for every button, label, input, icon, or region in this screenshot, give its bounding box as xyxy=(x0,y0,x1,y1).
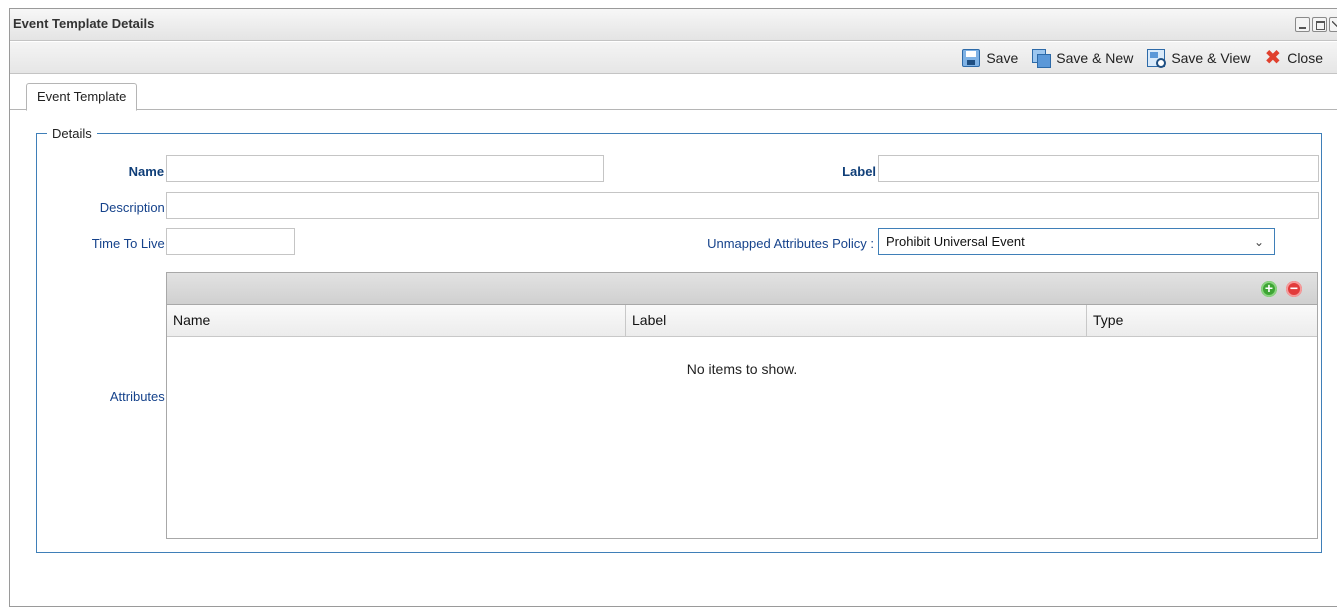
description-label: Description : xyxy=(99,200,172,215)
unmapped-attributes-policy-select[interactable]: Prohibit Universal Event ⌄ xyxy=(878,228,1275,255)
window-titlebar: Event Template Details xyxy=(10,9,1337,41)
save-button-label: Save xyxy=(986,50,1019,66)
unmapped-attributes-policy-label: Unmapped Attributes Policy : xyxy=(707,236,874,251)
minimize-icon[interactable] xyxy=(1295,17,1310,32)
close-button[interactable]: ✖ Close xyxy=(1264,47,1323,69)
window-title: Event Template Details xyxy=(13,16,155,31)
attributes-grid: + − Name Label Type No items to show. xyxy=(166,272,1318,539)
close-icon: ✖ xyxy=(1264,47,1282,69)
unmapped-attributes-policy-value: Prohibit Universal Event xyxy=(886,234,1025,249)
floppy-disk-icon xyxy=(962,49,981,67)
save-view-icon xyxy=(1147,49,1167,68)
window-controls xyxy=(1295,17,1337,32)
save-button[interactable]: Save xyxy=(962,49,1018,67)
maximize-icon[interactable] xyxy=(1312,17,1327,32)
time-to-live-field[interactable] xyxy=(166,228,295,255)
close-button-label: Close xyxy=(1287,50,1323,66)
column-header-label[interactable]: Label xyxy=(626,305,1087,336)
tab-strip: Event Template xyxy=(10,75,1337,111)
form-toolbar: Save Save & New Save & View ✖ Close xyxy=(10,42,1337,74)
tab-event-template[interactable]: Event Template xyxy=(26,83,138,111)
remove-attribute-icon[interactable]: − xyxy=(1286,281,1302,297)
close-window-icon[interactable] xyxy=(1329,17,1337,32)
add-attribute-icon[interactable]: + xyxy=(1261,281,1277,297)
save-and-new-button[interactable]: Save & New xyxy=(1032,49,1134,68)
save-and-new-button-label: Save & New xyxy=(1056,50,1134,66)
save-and-view-button-label: Save & View xyxy=(1171,50,1251,66)
attributes-label: Attributes : xyxy=(109,389,172,404)
description-field[interactable] xyxy=(166,192,1319,219)
details-legend: Details xyxy=(52,126,92,141)
name-field[interactable] xyxy=(166,155,604,182)
time-to-live-label: Time To Live : xyxy=(91,236,172,251)
save-new-icon xyxy=(1032,49,1052,68)
event-template-details-window: Event Template Details Save Save & New S… xyxy=(9,8,1337,607)
column-header-type[interactable]: Type xyxy=(1087,305,1317,336)
attributes-grid-toolbar: + − xyxy=(167,273,1317,305)
chevron-down-icon: ⌄ xyxy=(1253,235,1264,249)
label-field[interactable] xyxy=(878,155,1319,182)
attributes-empty-message: No items to show. xyxy=(686,361,798,377)
attributes-grid-header: Name Label Type xyxy=(167,305,1317,337)
save-and-view-button[interactable]: Save & View xyxy=(1147,49,1251,68)
column-header-name[interactable]: Name xyxy=(167,305,626,336)
